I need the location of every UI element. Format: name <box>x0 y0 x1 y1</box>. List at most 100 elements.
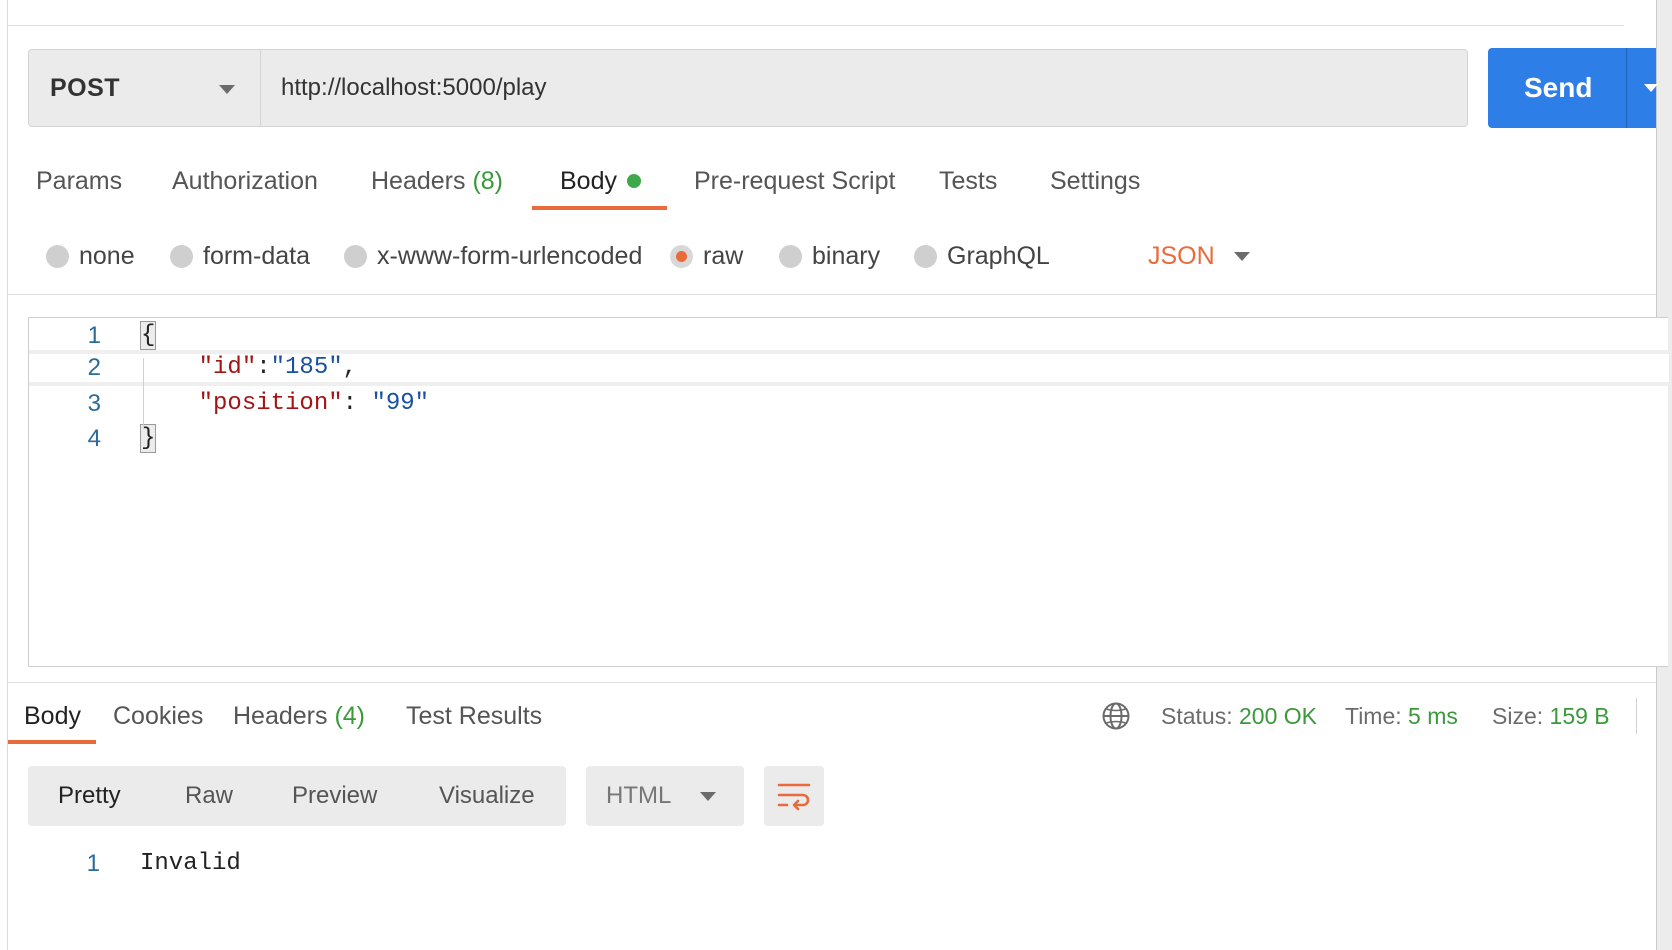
view-raw-button[interactable]: Raw <box>185 766 233 826</box>
code-line-current: 2 "id":"185", <box>29 350 1669 386</box>
url-field[interactable] <box>260 49 1468 127</box>
body-type-options: none form-data x-www-form-urlencoded raw… <box>0 236 1300 276</box>
method-select[interactable]: POST <box>28 49 260 127</box>
radio-label: GraphQL <box>947 241 1050 270</box>
size-value[interactable]: 159 B <box>1550 703 1610 729</box>
tab-count-badge: (8) <box>472 167 504 195</box>
tab-authorization[interactable]: Authorization <box>172 160 318 216</box>
tab-settings[interactable]: Settings <box>1050 160 1140 216</box>
line-number: 4 <box>87 425 101 452</box>
body-format-select[interactable]: JSON <box>1148 236 1215 276</box>
tab-label: Params <box>36 167 123 195</box>
status-label: Status: <box>1161 703 1233 729</box>
radio-circle <box>779 244 802 268</box>
active-tab-underline <box>8 740 96 744</box>
view-visualize-button[interactable]: Visualize <box>439 766 535 826</box>
json-value: "185" <box>270 354 343 381</box>
request-body-editor[interactable]: 1 { 2 "id":"185", 3 "position": "99" 4 } <box>28 317 1669 667</box>
dropdown-caret-icon[interactable] <box>1644 84 1658 92</box>
tab-label: Headers <box>371 167 466 195</box>
json-colon: : <box>342 390 372 417</box>
code-line: 3 "position": "99" <box>29 386 1669 422</box>
json-value: "99" <box>371 390 430 417</box>
radio-circle <box>344 244 367 268</box>
dropdown-caret-icon <box>219 85 235 94</box>
tab-label: Pre-request Script <box>694 167 896 195</box>
radio-label: binary <box>812 241 881 270</box>
active-tab-underline <box>532 206 667 210</box>
json-comma: , <box>342 354 358 381</box>
tab-label: Tests <box>939 167 998 195</box>
line-number: 1 <box>86 850 100 877</box>
response-format-label: HTML <box>606 782 672 809</box>
indent-guide <box>143 358 144 428</box>
response-format-select[interactable]: HTML <box>586 766 744 826</box>
time-readout: Time: 5 ms <box>1345 696 1458 736</box>
response-text: Invalid <box>140 850 241 877</box>
json-key: "position" <box>198 390 343 417</box>
time-value[interactable]: 5 ms <box>1408 703 1458 729</box>
radio-form-data[interactable]: form-data <box>170 236 310 276</box>
code-line: 4 } <box>29 421 1669 457</box>
tab-label: Body <box>560 167 617 195</box>
tab-count-badge: (4) <box>334 702 366 730</box>
tab-label: Cookies <box>113 702 204 730</box>
radio-circle <box>46 244 69 268</box>
tab-label: Authorization <box>172 167 318 195</box>
code-brace: } <box>139 424 157 453</box>
radio-label: none <box>79 241 135 270</box>
radio-graphql[interactable]: GraphQL <box>914 236 1050 276</box>
tab-test-results[interactable]: Test Results <box>406 696 542 752</box>
radio-label: form-data <box>203 241 310 270</box>
view-preview-button[interactable]: Preview <box>292 766 377 826</box>
size-label: Size: <box>1492 703 1544 729</box>
tab-label: Body <box>24 702 81 730</box>
tab-label: Settings <box>1050 167 1141 195</box>
title-strip <box>8 0 1624 26</box>
tab-pre-request-script[interactable]: Pre-request Script <box>694 160 895 216</box>
divider <box>8 682 1656 683</box>
radio-none[interactable]: none <box>46 236 135 276</box>
tab-params[interactable]: Params <box>36 160 122 216</box>
dropdown-caret-icon[interactable] <box>1234 252 1250 261</box>
divider <box>8 294 1656 295</box>
send-button[interactable]: Send <box>1488 48 1658 128</box>
json-colon: : <box>256 354 271 381</box>
view-pretty-button[interactable]: Pretty <box>58 766 121 826</box>
tab-cookies[interactable]: Cookies <box>113 696 203 752</box>
send-divider <box>1626 48 1627 128</box>
line-number: 1 <box>87 322 101 349</box>
radio-circle-checked <box>670 244 693 268</box>
method-label: POST <box>50 73 121 102</box>
radio-raw[interactable]: raw <box>670 236 743 276</box>
radio-circle <box>914 244 937 268</box>
divider <box>1636 698 1637 734</box>
json-key: "id" <box>198 354 257 381</box>
tab-label: Test Results <box>406 702 543 730</box>
request-tabs: Params Authorization Headers (8) Body Pr… <box>0 160 1300 216</box>
send-label: Send <box>1524 72 1593 103</box>
code-brace: { <box>139 321 157 350</box>
status-value[interactable]: 200 OK <box>1239 703 1317 729</box>
response-view-switcher: Pretty Raw Preview Visualize <box>28 766 566 826</box>
wrap-lines-button[interactable] <box>764 766 824 826</box>
line-number: 3 <box>87 390 101 417</box>
radio-label: raw <box>703 241 744 270</box>
radio-x-www-form-urlencoded[interactable]: x-www-form-urlencoded <box>344 236 642 276</box>
url-input[interactable] <box>281 74 1381 102</box>
tab-label: Headers <box>233 702 328 730</box>
status-readout: Status: 200 OK <box>1161 696 1317 736</box>
code-line: 1 { <box>29 318 1669 354</box>
tab-response-headers[interactable]: Headers (4) <box>233 696 365 752</box>
tab-headers[interactable]: Headers (8) <box>371 160 503 216</box>
radio-binary[interactable]: binary <box>779 236 880 276</box>
radio-circle <box>170 244 193 268</box>
window-left-border <box>7 0 8 950</box>
tab-tests[interactable]: Tests <box>939 160 997 216</box>
radio-label: x-www-form-urlencoded <box>377 241 643 270</box>
wrap-lines-icon <box>777 783 811 811</box>
dropdown-caret-icon <box>700 792 716 801</box>
line-number: 2 <box>87 354 101 381</box>
globe-icon[interactable] <box>1101 701 1131 731</box>
size-readout: Size: 159 B <box>1492 696 1610 736</box>
